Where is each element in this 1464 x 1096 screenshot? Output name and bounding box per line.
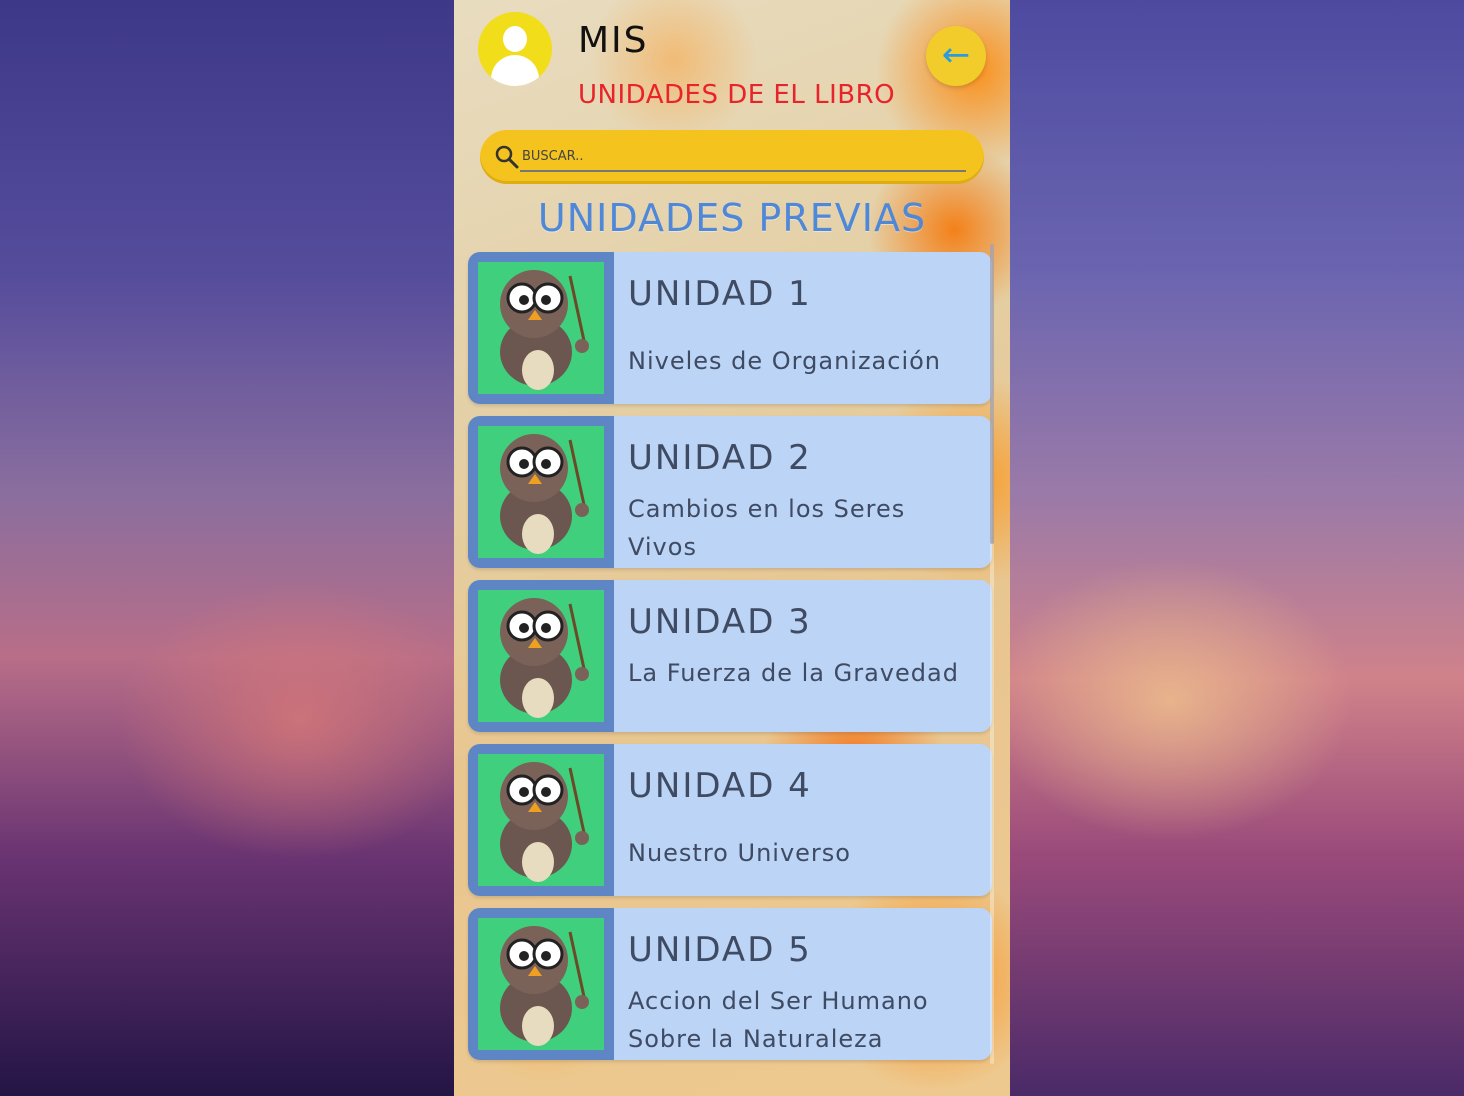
unit-card[interactable]: UNIDAD 4 Nuestro Universo: [468, 744, 992, 896]
thumb-frame: [468, 744, 614, 896]
scrollbar-thumb[interactable]: [990, 244, 994, 544]
avatar-head: [503, 26, 527, 52]
arrow-left-icon: ←: [941, 35, 971, 75]
section-heading: UNIDADES PREVIAS: [537, 196, 927, 240]
page-title: MIS: [578, 20, 649, 61]
thumb-frame: [468, 416, 614, 568]
owl-teacher-image: [478, 262, 604, 394]
back-button[interactable]: ←: [926, 26, 986, 86]
unit-title: UNIDAD 3: [628, 602, 812, 642]
background-right: [1010, 0, 1464, 1096]
unit-title: UNIDAD 1: [628, 274, 812, 314]
background-left: [0, 0, 454, 1096]
units-list: UNIDAD 1 Niveles de Organización UNIDAD …: [468, 252, 994, 1060]
avatar-body: [491, 55, 539, 86]
unit-card[interactable]: UNIDAD 3 La Fuerza de la Gravedad: [468, 580, 992, 732]
owl-teacher-image: [478, 918, 604, 1050]
search-input[interactable]: [522, 144, 962, 168]
unit-card[interactable]: UNIDAD 5 Accion del Ser Humano Sobre la …: [468, 908, 992, 1060]
unit-title: UNIDAD 2: [628, 438, 812, 478]
unit-card[interactable]: UNIDAD 2 Cambios en los Seres Vivos: [468, 416, 992, 568]
search-bar[interactable]: [480, 130, 984, 184]
unit-description: Niveles de Organización: [628, 347, 942, 375]
unit-title: UNIDAD 4: [628, 766, 812, 806]
owl-teacher-image: [478, 426, 604, 558]
unit-title: UNIDAD 5: [628, 930, 812, 970]
list-scrollbar[interactable]: [990, 244, 994, 1064]
avatar[interactable]: [478, 12, 552, 86]
page-subtitle: UNIDADES DE EL LIBRO: [578, 80, 896, 110]
unit-description: Accion del Ser Humano Sobre la Naturalez…: [628, 987, 929, 1053]
thumb-frame: [468, 580, 614, 732]
unit-card[interactable]: UNIDAD 1 Niveles de Organización: [468, 252, 992, 404]
owl-teacher-image: [478, 754, 604, 886]
unit-description: La Fuerza de la Gravedad: [628, 659, 959, 687]
thumb-frame: [468, 908, 614, 1060]
phone-screen: MIS UNIDADES DE EL LIBRO ← UNIDADES PREV…: [454, 0, 1010, 1096]
search-underline: [520, 170, 966, 172]
owl-teacher-image: [478, 590, 604, 722]
unit-description: Nuestro Universo: [628, 839, 851, 867]
thumb-frame: [468, 252, 614, 404]
unit-description: Cambios en los Seres Vivos: [628, 495, 906, 561]
search-icon: [495, 145, 519, 169]
